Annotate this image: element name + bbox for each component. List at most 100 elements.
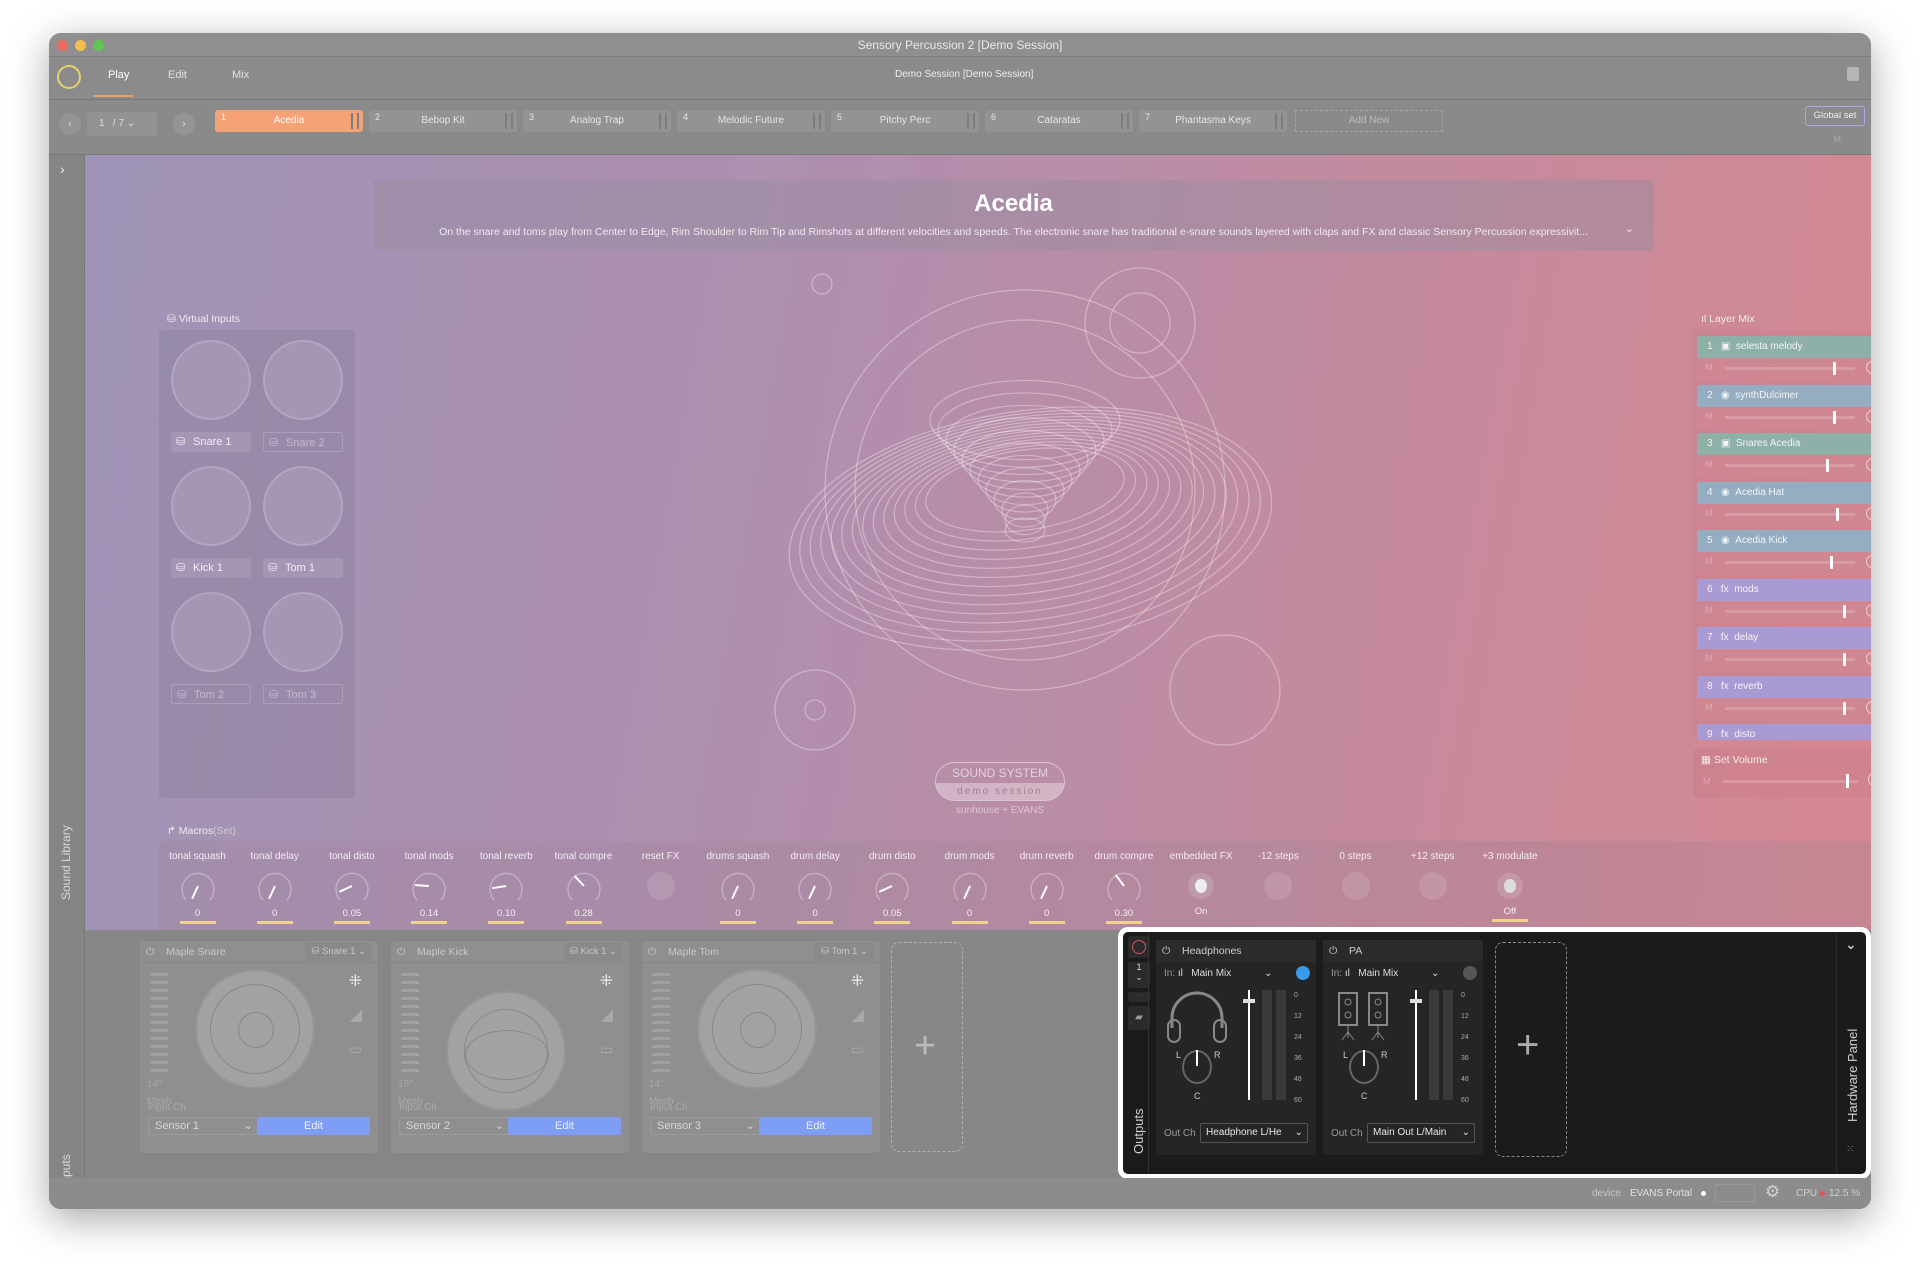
global-set-button[interactable]: Global set [1805,106,1865,126]
macro-knob[interactable] [872,866,912,906]
set-volume-pan-knob[interactable] [1868,772,1871,787]
virtual-pad-4[interactable] [263,466,343,546]
power-icon[interactable]: ⏻ [146,941,154,963]
macro-button[interactable] [646,872,675,900]
input-name[interactable]: Maple Kick [417,946,468,958]
add-output-button[interactable]: + [1495,942,1567,1157]
layer-row[interactable]: 3 ▣ Snares Acedia M [1697,433,1871,478]
layer-mute-button[interactable]: M [1705,605,1713,615]
layer-mute-button[interactable]: M [1705,556,1713,566]
drum-mount-icon[interactable]: ▭ [851,1041,864,1058]
layer-list[interactable]: 1 ▣ selesta melody M 2 ◉ synthDulcimer M 3 ▣… [1693,330,1871,740]
layer-volume-thumb[interactable] [1843,653,1847,666]
layer-volume-slider[interactable] [1725,706,1855,710]
layer-pan-knob[interactable] [1866,555,1871,568]
layer-volume-slider[interactable] [1725,658,1855,661]
drum-mount-icon[interactable]: ▭ [349,1041,362,1058]
virtual-input-label[interactable]: ⛁ Tom 2 [171,684,251,704]
output-volume-fader[interactable] [1415,990,1417,1100]
power-icon[interactable]: ⏻ [1162,940,1170,962]
monitor-headphone-button[interactable] [1463,966,1477,980]
hardware-panel-tab[interactable]: ⌄ Hardware Panel ⁙ [1836,932,1866,1174]
out-channel-select[interactable]: Headphone L/He ⌄ [1200,1123,1308,1143]
add-new-kit-button[interactable]: Add New [1295,110,1443,132]
output-volume-fader[interactable] [1248,990,1250,1100]
layer-volume-thumb[interactable] [1832,410,1836,424]
settings-gear-icon[interactable]: ⚙ [1765,1182,1780,1202]
drag-handle-icon[interactable] [659,113,667,129]
fader-thumb[interactable] [1410,998,1422,1003]
tab-edit[interactable]: Edit [168,69,187,81]
drum-pad-diagram[interactable] [697,969,817,1089]
macro-knob[interactable] [178,866,218,906]
layer-pan-knob[interactable] [1866,652,1871,665]
maximize-window-button[interactable] [93,40,104,51]
output-name[interactable]: PA [1349,945,1362,957]
panel-toggle-button[interactable] [1847,67,1859,81]
macro-knob[interactable] [409,866,449,906]
layer-volume-slider[interactable] [1725,464,1855,467]
fader-thumb[interactable] [1243,998,1255,1003]
kit-tab-1[interactable]: 1 Acedia [215,110,363,132]
output-name[interactable]: Headphones [1182,945,1242,957]
edit-input-button[interactable]: Edit [257,1117,370,1135]
virtual-pad-6[interactable] [263,592,343,672]
drag-handle-icon[interactable] [1275,113,1283,129]
drum-type-select[interactable]: ⛁ Kick 1 ⌄ [563,943,623,961]
macro-knob[interactable] [1104,866,1144,906]
edit-input-button[interactable]: Edit [508,1117,621,1135]
monitor-headphone-button[interactable] [1296,966,1310,980]
drag-handle-icon[interactable] [505,113,513,129]
sensor-dots-icon[interactable]: ⁜ [349,971,362,991]
layer-mute-button[interactable]: M [1705,411,1713,421]
virtual-pad-2[interactable] [263,340,343,420]
sensor-dots-icon[interactable]: ⁜ [600,971,613,991]
drum-type-select[interactable]: ⛁ Tom 1 ⌄ [815,943,874,961]
virtual-input-label[interactable]: ⛁ Snare 1 [171,432,251,452]
macro-knob[interactable] [564,866,604,906]
next-kit-button[interactable]: › [173,113,195,135]
virtual-pad-3[interactable] [171,466,251,546]
layer-row[interactable]: 8 fx reverb M [1697,675,1871,721]
macro-toggle[interactable] [1496,873,1523,899]
close-window-button[interactable] [57,40,68,51]
sensor-select[interactable]: Sensor 1 ⌄ [148,1117,258,1135]
layer-pan-knob[interactable] [1866,458,1871,471]
macro-knob[interactable] [718,866,758,906]
layer-pan-knob[interactable] [1866,361,1871,374]
sensor-dots-icon[interactable]: ⁜ [851,971,864,991]
velocity-curve-icon[interactable]: ◢ [601,1005,613,1025]
virtual-input-label[interactable]: ⛁ Tom 1 [263,558,343,578]
kit-page-select[interactable]: 1 / 7 ⌄ [87,112,157,136]
virtual-input-label[interactable]: ⛁ Tom 3 [263,684,343,704]
layer-row[interactable]: 1 ▣ selesta melody M [1697,336,1871,381]
drag-handle-icon[interactable] [813,113,821,129]
layer-row[interactable]: 7 fx delay M [1697,627,1871,672]
macro-knob[interactable] [486,866,526,906]
layer-volume-thumb[interactable] [1843,604,1847,618]
macro-knob[interactable] [332,866,372,906]
macro-knob[interactable] [795,866,835,906]
layer-mute-button[interactable]: M [1705,702,1713,712]
input-source-select[interactable]: In: ıl Main Mix ⌄ [1164,968,1272,979]
macro-toggle[interactable] [1188,873,1215,899]
layer-mute-button[interactable]: M [1705,653,1713,663]
input-name[interactable]: Maple Tom [668,946,719,958]
pan-knob[interactable] [1349,1050,1379,1084]
macro-knob[interactable] [255,866,295,906]
pan-knob[interactable] [1182,1050,1212,1084]
virtual-pad-1[interactable] [171,340,251,420]
virtual-input-label[interactable]: ⛁ Snare 2 [263,432,343,452]
drum-mount-icon[interactable]: ▭ [600,1041,613,1058]
input-source-select[interactable]: In: ıl Main Mix ⌄ [1331,968,1439,979]
layer-pan-knob[interactable] [1866,603,1871,617]
macro-knob[interactable] [1027,866,1067,906]
layer-volume-thumb[interactable] [1830,556,1834,569]
layer-row[interactable]: 2 ◉ synthDulcimer M [1697,384,1871,430]
out-channel-select[interactable]: Main Out L/Main ⌄ [1367,1123,1475,1143]
kit-tab-5[interactable]: 5 Pitchy Perc [831,110,979,132]
record-button[interactable] [1128,936,1150,958]
layer-volume-slider[interactable] [1725,561,1855,564]
kit-tab-6[interactable]: 6 Cataratas [985,110,1133,132]
folder-icon[interactable]: ▰ [1128,1006,1150,1030]
